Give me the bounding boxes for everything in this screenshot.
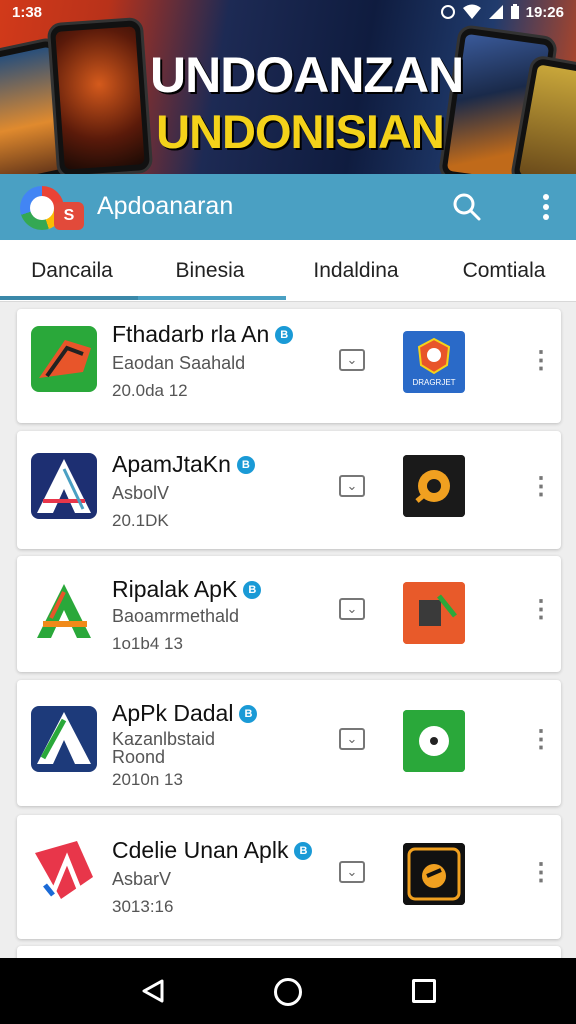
home-icon[interactable] xyxy=(274,978,302,1006)
more-vert-icon[interactable]: ⋮ xyxy=(529,859,553,887)
verified-icon: B xyxy=(275,325,294,344)
app-icon xyxy=(31,453,97,519)
tab-indaldina[interactable]: Indaldina xyxy=(284,240,428,302)
tab-bar: Dancaila Binesia Indaldina Comtiala xyxy=(0,240,576,302)
more-vert-icon[interactable]: ⋮ xyxy=(529,347,553,375)
wifi-icon xyxy=(462,4,481,19)
app-bar: S Apdoanaran xyxy=(0,174,576,240)
signal-icon xyxy=(488,5,503,19)
status-time-right: 19:26 xyxy=(525,3,564,21)
download-icon[interactable]: ⌄ xyxy=(339,475,365,497)
app-name: Ripalak ApK B xyxy=(112,576,262,603)
app-name: Fthadarb rla An B xyxy=(112,321,294,348)
app-list-item[interactable]: Cdelie Unan Aplk B AsbarV 3013:16 ⌄ ⋮ xyxy=(17,815,561,939)
more-vert-icon[interactable]: ⋮ xyxy=(529,596,553,624)
search-icon[interactable] xyxy=(450,190,484,224)
more-vert-icon[interactable]: ⋮ xyxy=(529,473,553,501)
more-vert-icon[interactable] xyxy=(532,190,560,224)
app-thumbnail[interactable] xyxy=(403,582,465,644)
app-date: 1o1b4 13 xyxy=(112,634,183,653)
verified-icon: B xyxy=(243,580,262,599)
app-developer: AsbarV xyxy=(112,869,172,889)
tab-indicator xyxy=(0,296,286,300)
download-icon[interactable]: ⌄ xyxy=(339,728,365,750)
banner-headline: UNDOANZAN xyxy=(150,47,464,103)
download-icon[interactable]: ⌄ xyxy=(339,861,365,883)
app-thumbnail[interactable] xyxy=(403,843,465,905)
app-date: 2010n 13 xyxy=(112,770,183,789)
verified-icon: B xyxy=(239,704,258,723)
tab-dancaila[interactable]: Dancaila xyxy=(0,240,144,302)
app-name: ApamJtaKn B xyxy=(112,451,255,478)
more-vert-icon[interactable]: ⋮ xyxy=(529,726,553,754)
tab-binesia[interactable]: Binesia xyxy=(138,240,282,302)
app-developer: AsbolV xyxy=(112,483,170,503)
app-thumbnail[interactable] xyxy=(403,455,465,517)
download-icon[interactable]: ⌄ xyxy=(339,349,365,371)
app-developer: Kazanlbstaid Roond xyxy=(112,729,216,767)
app-icon xyxy=(31,326,97,392)
app-icon xyxy=(31,578,97,644)
app-icon xyxy=(31,837,97,903)
app-logo: S xyxy=(20,186,88,232)
status-time-left: 1:38 xyxy=(12,3,43,21)
app-developer: Baoamrmethald xyxy=(112,606,240,626)
app-developer: Eaodan Saahald xyxy=(112,353,246,373)
app-thumbnail[interactable] xyxy=(403,710,465,772)
s-badge: S xyxy=(54,202,84,230)
phone-image xyxy=(46,16,154,174)
app-icon xyxy=(31,706,97,772)
status-bar: 1:38 19:26 xyxy=(0,0,576,24)
banner-subheadline: UNDONISIAN xyxy=(156,105,445,158)
recent-apps-icon[interactable] xyxy=(412,979,436,1003)
app-name: ApPk Dadal B xyxy=(112,700,258,727)
app-list-item[interactable]: ApPk Dadal B Kazanlbstaid Roond 2010n 13 … xyxy=(17,680,561,806)
app-date: 20.1DK xyxy=(112,511,169,530)
svg-text:DRAGRJET: DRAGRJET xyxy=(412,378,455,387)
download-icon[interactable]: ⌄ xyxy=(339,598,365,620)
app-date: 3013:16 xyxy=(112,897,174,916)
app-name: Cdelie Unan Aplk B xyxy=(112,837,313,864)
app-list-item[interactable]: Ripalak ApK B Baoamrmethald 1o1b4 13 ⌄ ⋮ xyxy=(17,556,561,672)
app-thumbnail[interactable]: DRAGRJET xyxy=(403,331,465,393)
app-list-item[interactable]: Fthadarb rla An B Eaodan Saahald 20.0da 1… xyxy=(17,309,561,423)
app-date: 20.0da 12 xyxy=(112,381,188,400)
verified-icon: B xyxy=(236,455,255,474)
verified-icon: B xyxy=(294,841,313,860)
promo-banner[interactable]: UNDOANZAN UNDONISIAN xyxy=(0,0,576,174)
system-nav-bar xyxy=(0,958,576,1024)
alarm-icon xyxy=(440,5,455,19)
back-icon[interactable] xyxy=(140,978,166,1004)
battery-icon xyxy=(510,4,519,19)
app-list-item[interactable]: ApamJtaKn B AsbolV 20.1DK ⌄ ⋮ xyxy=(17,431,561,549)
app-title: Apdoanaran xyxy=(97,192,234,220)
tab-comtiala[interactable]: Comtiala xyxy=(432,240,576,302)
